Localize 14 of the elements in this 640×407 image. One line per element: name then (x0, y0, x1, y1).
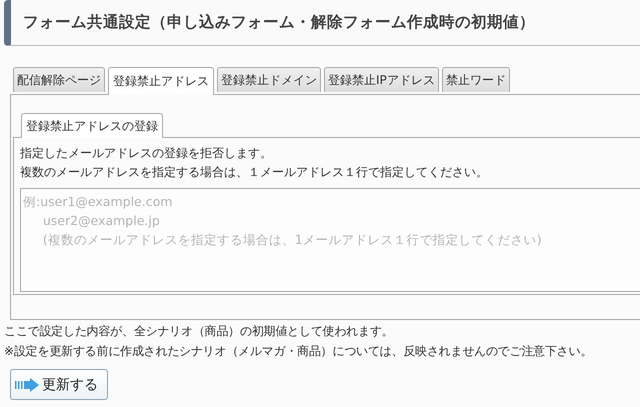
tab[interactable]: 禁止ワード (442, 67, 510, 92)
arrow-icon (15, 378, 39, 392)
tab[interactable]: 配信解除ページ (13, 67, 105, 92)
update-button[interactable]: 更新する (10, 369, 108, 400)
description-text: 複数のメールアドレスを指定する場合は、１メールアドレス１行で指定してください。 (20, 164, 489, 181)
page-title: フォーム共通設定（申し込みフォーム・解除フォーム作成時の初期値） (23, 12, 535, 33)
tab[interactable]: 登録禁止IPアドレス (324, 67, 439, 92)
sub-tab[interactable]: 登録禁止アドレスの登録 (21, 113, 163, 138)
tab[interactable]: 登録禁止アドレス (108, 67, 214, 95)
address-field[interactable]: 例:user1@example.com user2@example.jp (複数のメールアドレスを指定する場合は、1メールアドレス１行で指定してください) (20, 188, 640, 292)
note-text: ※設定を更新する前に作成されたシナリオ（メルマガ・商品）については、反映されませんのでご注意下さい。 (4, 343, 594, 360)
description-text: 指定したメールアドレスの登録を拒否します。 (20, 145, 273, 162)
tab[interactable]: 登録禁止ドメイン (217, 67, 321, 92)
note-text: ここで設定した内容が、全シナリオ（商品）の初期値として使われます。 (4, 323, 394, 340)
